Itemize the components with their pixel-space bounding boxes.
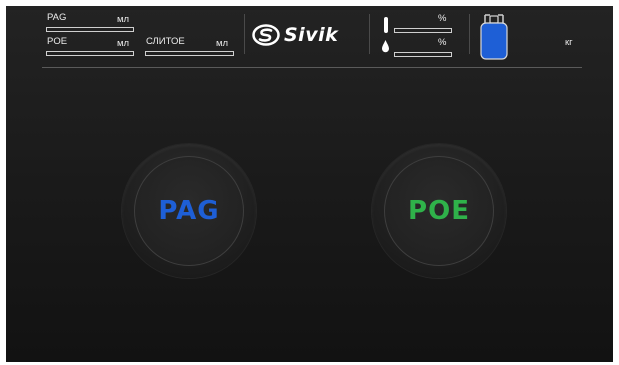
pag-select-button[interactable]: PAG bbox=[122, 144, 256, 278]
pag-label: PAG bbox=[47, 12, 67, 23]
poe-bar bbox=[46, 51, 134, 56]
separator bbox=[369, 14, 370, 54]
app-screen: PAG мл POE мл СЛИТОЕ мл Sivik % % кг PAG… bbox=[6, 6, 613, 362]
poe-button-label: POE bbox=[408, 196, 470, 226]
pag-button-face: PAG bbox=[134, 156, 244, 266]
status-header: PAG мл POE мл СЛИТОЕ мл Sivik % % кг bbox=[6, 6, 613, 68]
pag-button-label: PAG bbox=[158, 196, 220, 226]
separator bbox=[244, 14, 245, 54]
level-top-bar bbox=[394, 28, 452, 33]
thermometer-icon bbox=[384, 17, 388, 33]
header-divider bbox=[42, 67, 582, 68]
tank-unit: кг bbox=[565, 37, 573, 48]
waste-label: СЛИТОЕ bbox=[146, 36, 185, 47]
pag-unit: мл bbox=[117, 14, 130, 25]
separator bbox=[469, 14, 470, 54]
brand-name: Sivik bbox=[284, 24, 339, 46]
poe-select-button[interactable]: POE bbox=[372, 144, 506, 278]
poe-button-face: POE bbox=[384, 156, 494, 266]
poe-label: POE bbox=[47, 36, 68, 47]
droplet-icon bbox=[382, 40, 389, 53]
sivik-logo-icon bbox=[252, 24, 280, 46]
pag-bar bbox=[46, 27, 134, 32]
brand-logo: Sivik bbox=[252, 24, 338, 46]
level-top-unit: % bbox=[438, 13, 447, 24]
waste-unit: мл bbox=[216, 38, 229, 49]
level-bottom-unit: % bbox=[438, 37, 447, 48]
waste-bar bbox=[145, 51, 234, 56]
poe-unit: мл bbox=[117, 38, 130, 49]
refrigerant-tank-icon bbox=[480, 14, 508, 60]
level-bottom-bar bbox=[394, 52, 452, 57]
